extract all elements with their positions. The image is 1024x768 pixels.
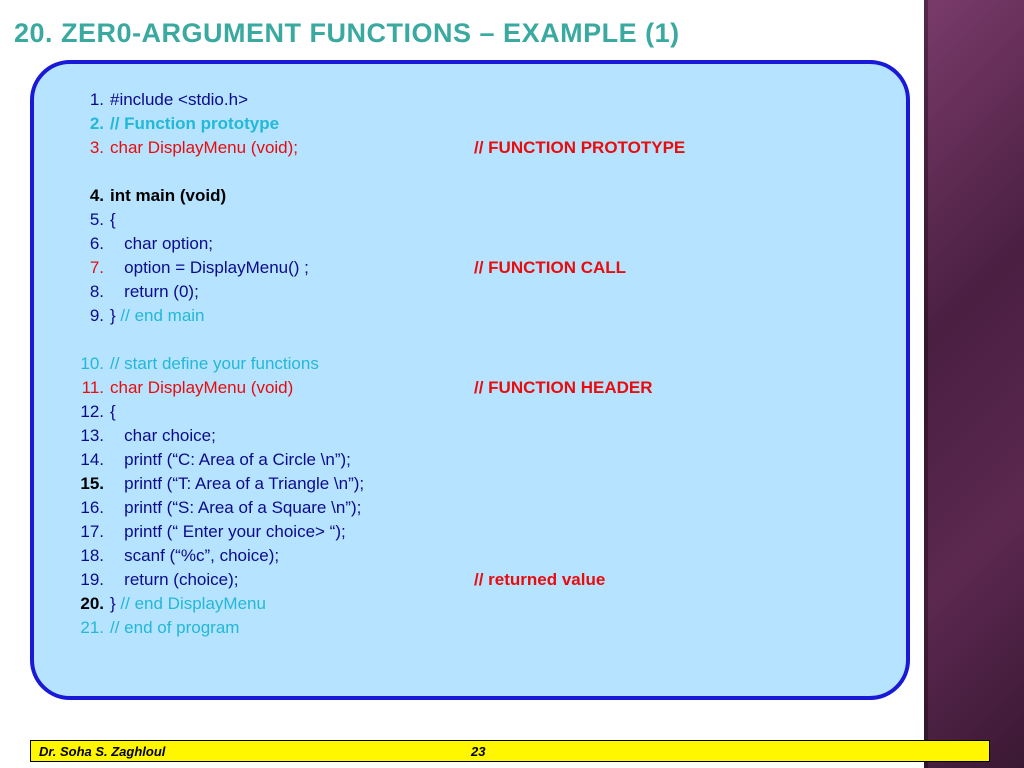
code-line: 2.// Function prototype xyxy=(68,112,872,136)
code-line: 17. printf (“ Enter your choice> “); xyxy=(68,520,872,544)
code-line: 1.#include <stdio.h> xyxy=(68,88,872,112)
slide-side-decoration xyxy=(924,0,1024,768)
code-line: 15. printf (“T: Area of a Triangle \n”); xyxy=(68,472,872,496)
footer-bar: Dr. Soha S. Zaghloul 23 xyxy=(30,740,990,762)
code-line: 13. char choice; xyxy=(68,424,872,448)
code-line: 11.char DisplayMenu (void)// FUNCTION HE… xyxy=(68,376,872,400)
code-line: 16. printf (“S: Area of a Square \n”); xyxy=(68,496,872,520)
code-line: 3.char DisplayMenu (void);// FUNCTION PR… xyxy=(68,136,872,160)
code-line: 9.} // end main xyxy=(68,304,872,328)
code-line: 21.// end of program xyxy=(68,616,872,640)
footer-page-number: 23 xyxy=(471,744,485,759)
code-line: 6. char option; xyxy=(68,232,872,256)
code-line: 7. option = DisplayMenu() ;// FUNCTION C… xyxy=(68,256,872,280)
code-line: 19. return (choice);// returned value xyxy=(68,568,872,592)
code-line: 4.int main (void) xyxy=(68,184,872,208)
code-line: 20.} // end DisplayMenu xyxy=(68,592,872,616)
footer-author: Dr. Soha S. Zaghloul xyxy=(31,744,471,759)
title-number: 20. xyxy=(14,18,53,48)
slide-title: 20. ZER0-ARGUMENT FUNCTIONS – EXAMPLE (1… xyxy=(14,18,680,49)
code-line: 12.{ xyxy=(68,400,872,424)
code-line: 10.// start define your functions xyxy=(68,352,872,376)
code-line: 8. return (0); xyxy=(68,280,872,304)
title-text: ZER0-ARGUMENT FUNCTIONS – EXAMPLE (1) xyxy=(53,18,680,48)
code-line: 14. printf (“C: Area of a Circle \n”); xyxy=(68,448,872,472)
code-line: 18. scanf (“%c”, choice); xyxy=(68,544,872,568)
code-line: 5.{ xyxy=(68,208,872,232)
code-container: 1.#include <stdio.h> 2.// Function proto… xyxy=(30,60,910,700)
